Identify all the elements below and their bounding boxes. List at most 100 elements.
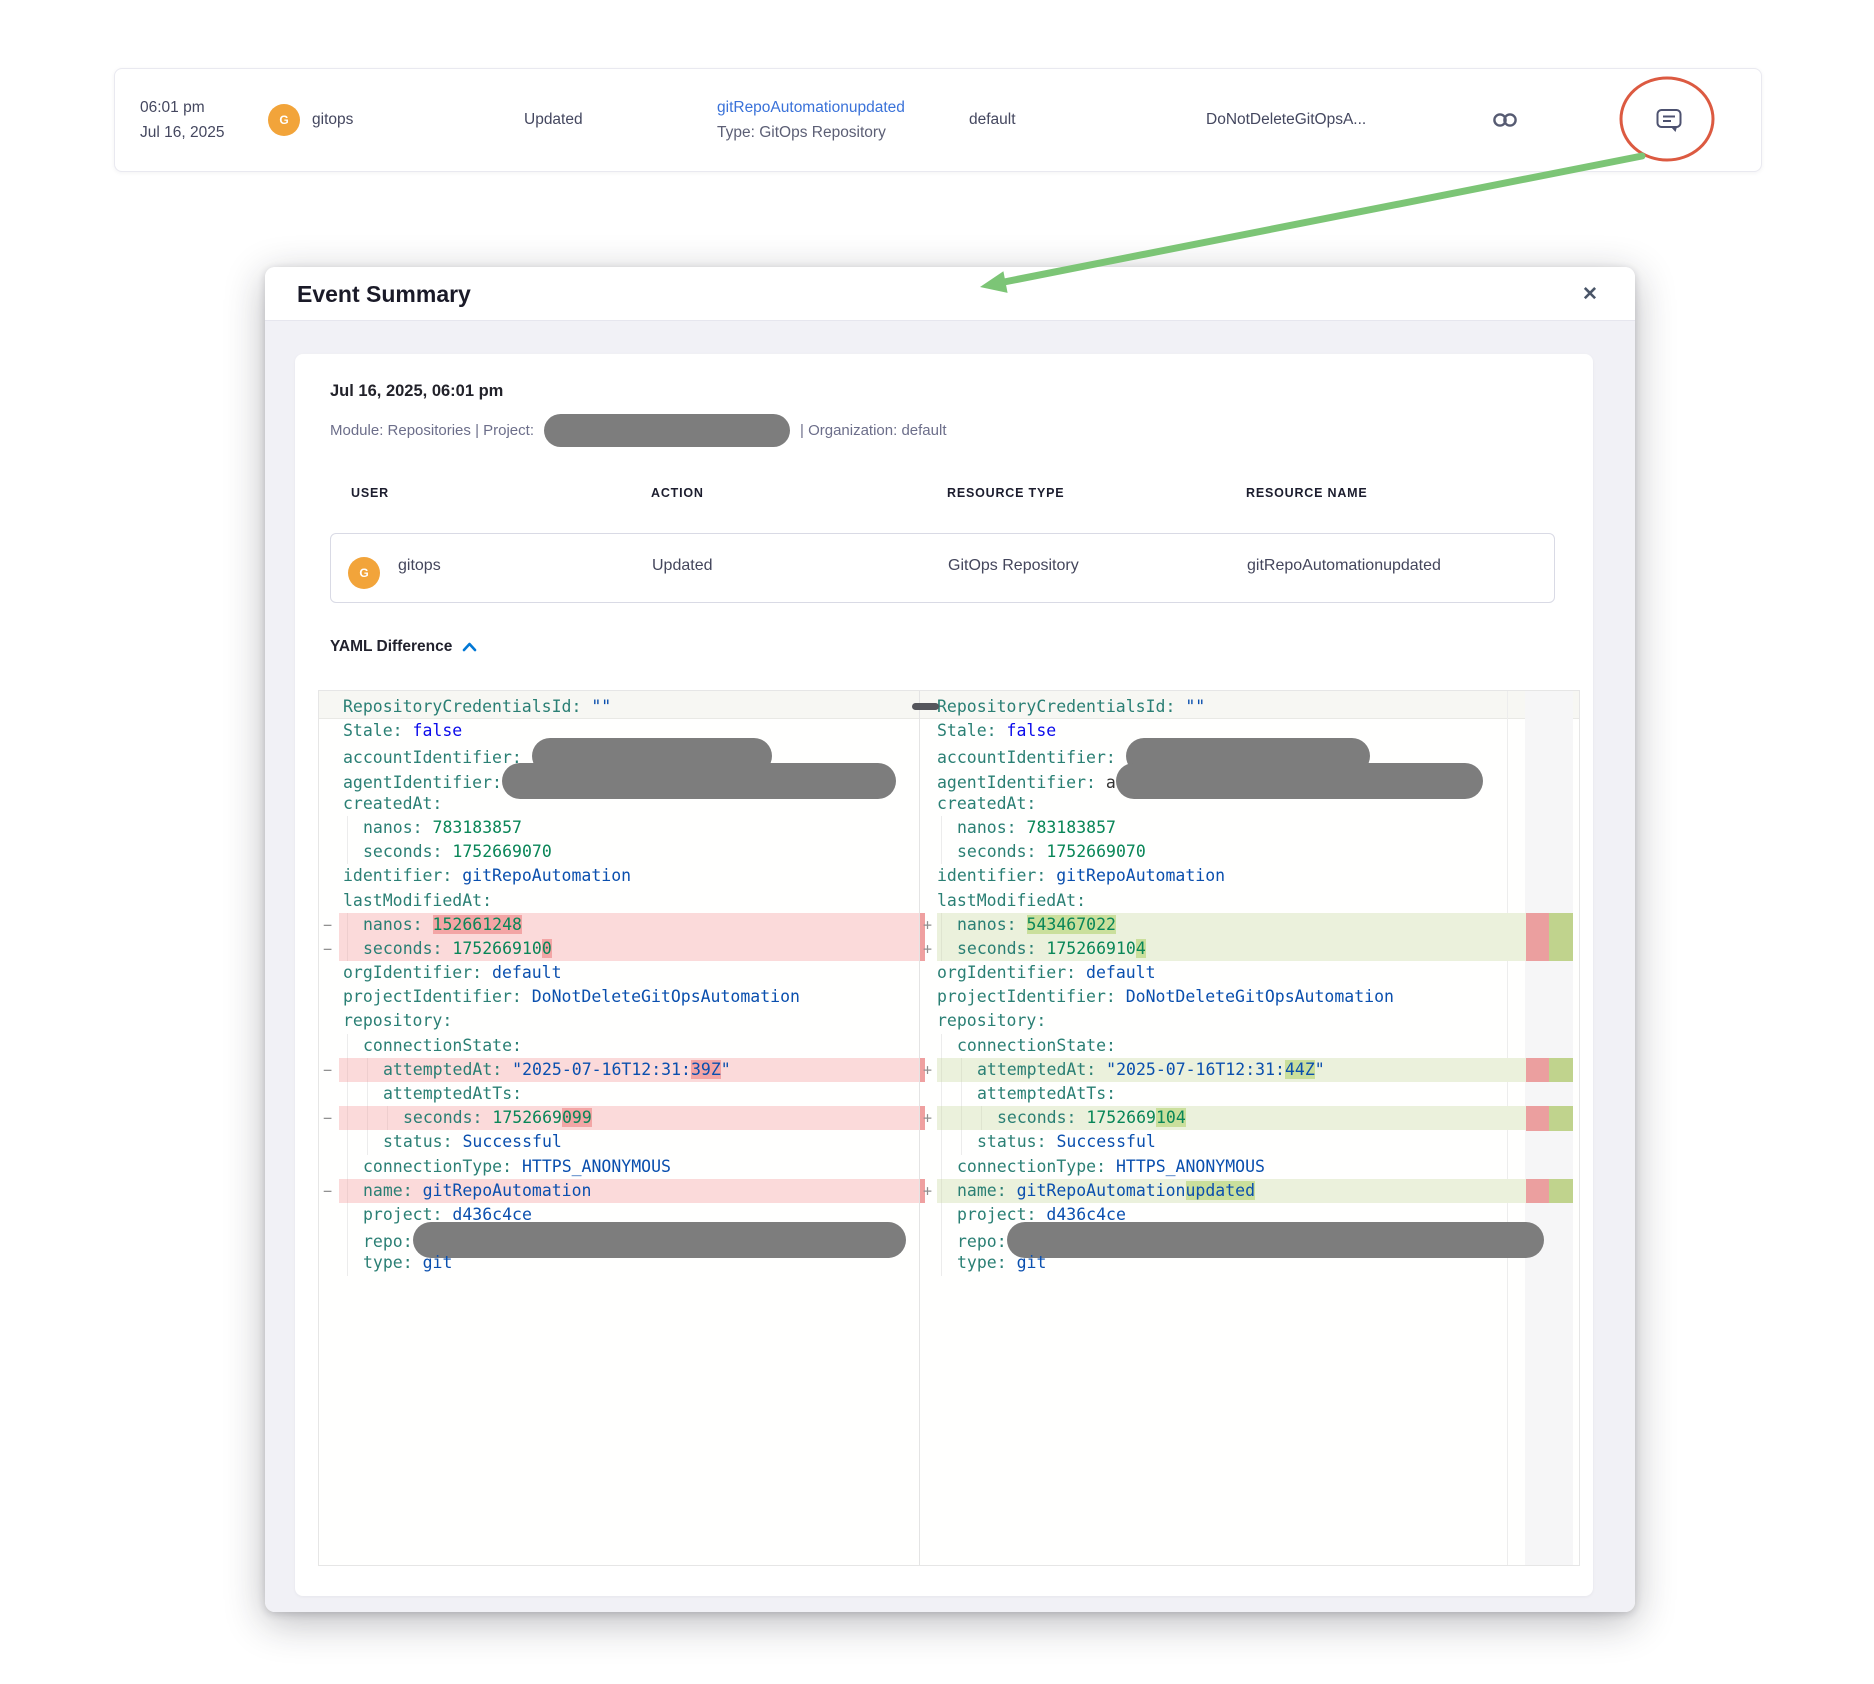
row-action: Updated (652, 557, 713, 575)
redacted-value (413, 1222, 906, 1258)
diff-line: +name: gitRepoAutomationupdated (920, 1179, 1527, 1203)
diff-line: repo: (920, 1227, 1527, 1251)
scrollbar-thumb[interactable] (912, 703, 939, 710)
redacted-project-name (544, 414, 790, 447)
diff-gutter (319, 743, 343, 767)
event-summary-note-icon[interactable] (1651, 69, 1687, 171)
ruler-mark-deleted (1526, 913, 1549, 961)
ruler-mark-inserted (1549, 913, 1573, 961)
modal-body: Jul 16, 2025, 06:01 pm Module: Repositor… (265, 321, 1635, 1612)
event-table-headers: USER ACTION RESOURCE TYPE RESOURCE NAME (295, 486, 1593, 506)
diff-line: connectionState: (319, 1034, 919, 1058)
audit-timestamp: 06:01 pm Jul 16, 2025 (140, 69, 224, 171)
diff-line: +seconds: 1752669104 (920, 1106, 1527, 1130)
diff-line: −name: gitRepoAutomation (319, 1179, 919, 1203)
diff-pane-original: RepositoryCredentialsId: ""Stale: falsea… (319, 691, 919, 1565)
diff-line: agentIdentifier: a (920, 768, 1527, 792)
diff-line: −attemptedAt: "2025-07-16T12:31:39Z" (319, 1058, 919, 1082)
event-table-row: G gitops Updated GitOps Repository gitRe… (330, 533, 1555, 603)
diff-line: RepositoryCredentialsId: "" (319, 695, 919, 719)
diff-line: orgIdentifier: default (319, 961, 919, 985)
diff-line: repo: (319, 1227, 919, 1251)
diff-gutter (920, 792, 937, 816)
audit-time: 06:01 pm (140, 99, 205, 117)
diff-gutter (920, 1227, 937, 1251)
diff-gutter-ins-sign: + (920, 1058, 937, 1082)
diff-gutter (319, 816, 343, 840)
ruler-mark-inserted (1549, 1106, 1573, 1130)
row-resource-name: gitRepoAutomationupdated (1247, 557, 1441, 575)
ruler-mark-deleted (1526, 1058, 1549, 1082)
diff-line: lastModifiedAt: (319, 889, 919, 913)
diff-line: repository: (920, 1009, 1527, 1033)
link-chain-icon[interactable] (1489, 69, 1521, 171)
diff-line: projectIdentifier: DoNotDeleteGitOpsAuto… (319, 985, 919, 1009)
diff-line: connectionState: (920, 1034, 1527, 1058)
diff-gutter-ins-sign: + (920, 913, 937, 937)
diff-gutter (920, 889, 937, 913)
diff-line: status: Successful (920, 1130, 1527, 1154)
diff-line: repository: (319, 1009, 919, 1033)
redacted-value (1116, 763, 1483, 799)
diff-gutter-del-sign: − (319, 1058, 343, 1082)
diff-gutter (920, 719, 937, 743)
redacted-value (502, 763, 896, 799)
yaml-diff-editor: RepositoryCredentialsId: ""Stale: falsea… (318, 690, 1580, 1566)
diff-gutter (920, 985, 937, 1009)
diff-gutter-del-sign: − (319, 937, 343, 961)
diff-line: −seconds: 1752669100 (319, 937, 919, 961)
event-timestamp: Jul 16, 2025, 06:01 pm (330, 382, 503, 401)
modal-title: Event Summary (297, 267, 471, 321)
diff-gutter (920, 1034, 937, 1058)
diff-gutter (920, 816, 937, 840)
diff-line: attemptedAtTs: (319, 1082, 919, 1106)
diff-gutter (319, 840, 343, 864)
diff-gutter (920, 743, 937, 767)
diff-gutter (319, 1155, 343, 1179)
resource-name-link[interactable]: gitRepoAutomationupdated (717, 99, 905, 117)
diff-gutter (319, 1251, 343, 1275)
ruler-mark-inserted (1549, 1179, 1573, 1203)
diff-gutter (319, 961, 343, 985)
diff-gutter (319, 768, 343, 792)
audit-log-row[interactable]: 06:01 pm Jul 16, 2025 G gitops Updated g… (114, 68, 1762, 172)
diff-pane-modified: RepositoryCredentialsId: ""Stale: falsea… (920, 691, 1527, 1565)
close-icon[interactable]: ✕ (1577, 282, 1603, 308)
redacted-value (1007, 1222, 1544, 1258)
context-organization: | Organization: default (800, 422, 946, 439)
diff-gutter (319, 1082, 343, 1106)
diff-line: −seconds: 1752669099 (319, 1106, 919, 1130)
audit-action: Updated (524, 69, 583, 171)
diff-gutter (319, 1130, 343, 1154)
diff-line: projectIdentifier: DoNotDeleteGitOpsAuto… (920, 985, 1527, 1009)
diff-gutter (920, 1009, 937, 1033)
annotation-arrow-shaft (1004, 156, 1642, 282)
diff-line: orgIdentifier: default (920, 961, 1527, 985)
row-resource-type: GitOps Repository (948, 557, 1079, 575)
row-user: gitops (398, 557, 441, 575)
audit-organization: default (969, 69, 1016, 171)
event-summary-modal: Event Summary ✕ Jul 16, 2025, 06:01 pm M… (265, 267, 1635, 1612)
diff-gutter-del-sign: − (319, 1106, 343, 1130)
diff-line: −nanos: 152661248 (319, 913, 919, 937)
diff-gutter (920, 840, 937, 864)
diff-gutter-ins-sign: + (920, 1179, 937, 1203)
resource-type-label: Type: GitOps Repository (717, 124, 886, 142)
diff-line: RepositoryCredentialsId: "" (920, 695, 1527, 719)
diff-line: nanos: 783183857 (920, 816, 1527, 840)
diff-line: identifier: gitRepoAutomation (319, 864, 919, 888)
yaml-difference-toggle[interactable]: YAML Difference (330, 638, 477, 656)
diff-line: connectionType: HTTPS_ANONYMOUS (920, 1155, 1527, 1179)
audit-project: DoNotDeleteGitOpsA... (1206, 69, 1366, 171)
diff-gutter (319, 695, 343, 719)
diff-gutter (920, 1082, 937, 1106)
col-header-action: ACTION (651, 486, 704, 500)
diff-gutter (920, 1130, 937, 1154)
diff-line: identifier: gitRepoAutomation (920, 864, 1527, 888)
diff-gutter (920, 1203, 937, 1227)
diff-gutter (920, 768, 937, 792)
col-header-resource-name: RESOURCE NAME (1246, 486, 1368, 500)
diff-gutter (920, 864, 937, 888)
diff-gutter (319, 1203, 343, 1227)
diff-line: agentIdentifier: (319, 768, 919, 792)
